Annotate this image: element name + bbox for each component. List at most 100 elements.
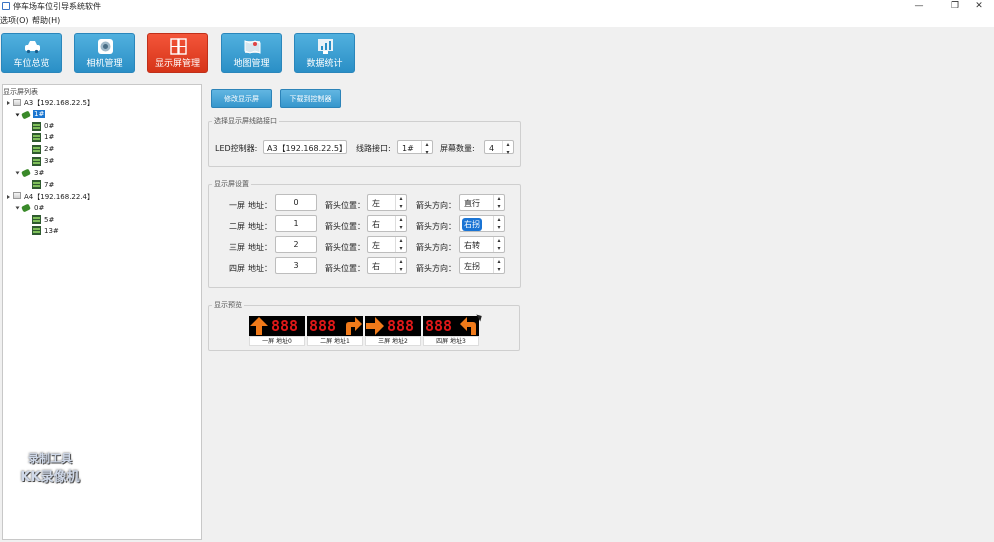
expand-arrow-icon[interactable] [7, 195, 10, 199]
screen-icon [32, 215, 41, 224]
address-input[interactable]: 1 [275, 215, 317, 232]
spinner-arrows-icon: ▴ ▾ [493, 216, 504, 231]
car-icon [25, 41, 40, 54]
tree-screen[interactable]: 2# [44, 145, 54, 153]
toolbar-label: 数据统计 [306, 59, 343, 69]
screen-icon [32, 180, 41, 189]
screen-icon [32, 145, 41, 154]
screen-icon [32, 122, 41, 131]
arrow-direction-label: 箭头方向： [416, 264, 456, 273]
tree-screen[interactable]: 13# [44, 227, 59, 235]
group-title: 选择显示屏线路接口 [212, 116, 279, 126]
arrow-position-label: 箭头位置： [325, 243, 365, 252]
tree-line-3[interactable]: 3# [34, 169, 44, 177]
spinner-arrows-icon: ▴ ▾ [395, 216, 406, 231]
tree-screen[interactable]: 5# [44, 216, 54, 224]
spinner-arrows-icon: ▴ ▾ [395, 237, 406, 252]
port-value: 1# [402, 144, 414, 153]
controller-icon [13, 99, 21, 106]
watermark-line2: KK录像机 [20, 470, 80, 485]
toolbar-display-management[interactable]: 显示屏管理 [147, 33, 208, 73]
arrow-position-select[interactable]: 左 ▴ ▾ [367, 236, 407, 253]
port-select[interactable]: 1# ▴ ▾ [397, 140, 433, 156]
expand-arrow-icon[interactable] [15, 113, 20, 117]
screen-count-label: 屏幕数量: [440, 144, 475, 153]
minimize-button[interactable]: — [904, 0, 934, 13]
screen-name-label: 一屏 [229, 201, 245, 210]
modify-display-button[interactable]: 修改显示屏 [211, 89, 272, 108]
address-input[interactable]: 3 [275, 257, 317, 274]
led-digits: 888 [425, 317, 453, 335]
turn-right-arrow-icon [346, 317, 362, 335]
spinner-arrows-icon: ▴ ▾ [395, 258, 406, 273]
watermark: 录制工具 KK录像机 [12, 450, 88, 485]
arrow-direction-select[interactable]: 右转 ▴ ▾ [459, 236, 505, 253]
tree-screen[interactable]: 7# [44, 181, 54, 189]
screen-name-label: 四屏 [229, 264, 245, 273]
toolbar-parking-overview[interactable]: 车位总览 [1, 33, 62, 73]
expand-arrow-icon[interactable] [15, 206, 20, 210]
camera-icon [98, 39, 113, 54]
led-digits: 888 [271, 317, 299, 335]
arrow-position-value: 右 [372, 220, 380, 229]
arrow-direction-value: 右拐 [462, 218, 482, 231]
download-to-controller-button[interactable]: 下载到控制器 [280, 89, 341, 108]
arrow-position-label: 箭头位置： [325, 222, 365, 231]
toolbar-data-statistics[interactable]: 数据统计 [294, 33, 355, 73]
tree-line-0[interactable]: 0# [34, 204, 44, 212]
tree-line-1[interactable]: 1# [33, 110, 46, 118]
screen-name-label: 三屏 [229, 243, 245, 252]
screen-count-value: 4 [489, 144, 495, 153]
menu-options[interactable]: 选项(O) [0, 15, 29, 26]
led-controller-field[interactable]: A3【192.168.22.5】 [263, 140, 347, 154]
spinner-arrows-icon: ▴ ▾ [493, 237, 504, 252]
arrow-direction-value: 左拐 [464, 262, 480, 271]
spinner-arrows-icon: ▴ ▾ [493, 195, 504, 210]
close-button[interactable]: ✕ [964, 0, 994, 13]
preview-screen-4: 888 [423, 316, 479, 336]
toolbar-map-management[interactable]: 地图管理 [221, 33, 282, 73]
arrow-position-select[interactable]: 左 ▴ ▾ [367, 194, 407, 211]
tree-controller-a4[interactable]: A4【192.168.22.4】 [24, 192, 94, 202]
led-digits: 888 [387, 317, 415, 335]
port-label: 线路接口: [356, 144, 391, 153]
spinner-arrows-icon: ▴ ▾ [395, 195, 406, 210]
map-icon [244, 40, 261, 54]
group-title: 显示屏设置 [212, 179, 251, 189]
chart-icon [318, 39, 333, 54]
arrow-direction-select[interactable]: 左拐 ▴ ▾ [459, 257, 505, 274]
arrow-position-value: 右 [372, 262, 380, 271]
preview-screen-3: 888 [365, 316, 421, 336]
address-input[interactable]: 2 [275, 236, 317, 253]
arrow-position-value: 左 [372, 199, 380, 208]
toolbar-label: 显示屏管理 [154, 59, 200, 69]
arrow-direction-select[interactable]: 右拐 ▴ ▾ [459, 215, 505, 232]
tree-screen[interactable]: 0# [44, 122, 54, 130]
group-title: 显示预览 [212, 300, 244, 310]
screen-count-select[interactable]: 4 ▴ ▾ [484, 140, 514, 156]
line-icon [21, 168, 31, 178]
tree-screen[interactable]: 3# [44, 157, 54, 165]
arrow-direction-label: 箭头方向： [416, 201, 456, 210]
arrow-position-select[interactable]: 右 ▴ ▾ [367, 257, 407, 274]
address-label: 地址： [248, 222, 272, 231]
tree-controller-a3[interactable]: A3【192.168.22.5】 [24, 98, 94, 108]
toolbar-camera-management[interactable]: 相机管理 [74, 33, 135, 73]
address-input[interactable]: 0 [275, 194, 317, 211]
menu-help[interactable]: 帮助(H) [32, 15, 60, 26]
toolbar-label: 相机管理 [86, 59, 123, 69]
address-label: 地址： [248, 264, 272, 273]
arrow-direction-select[interactable]: 直行 ▴ ▾ [459, 194, 505, 211]
arrow-position-select[interactable]: 右 ▴ ▾ [367, 215, 407, 232]
arrow-right-icon [366, 317, 384, 335]
spinner-arrows-icon: ▴ ▾ [502, 141, 513, 156]
expand-arrow-icon[interactable] [7, 101, 10, 105]
display-management-pane: 修改显示屏 下载到控制器 选择显示屏线路接口 LED控制器: A3【192.16… [204, 84, 994, 542]
led-digits: 888 [309, 317, 337, 335]
expand-arrow-icon[interactable] [15, 171, 20, 175]
screen-icon [32, 157, 41, 166]
screen-name-label: 二屏 [229, 222, 245, 231]
tree-screen[interactable]: 1# [44, 133, 54, 141]
arrow-up-icon [250, 317, 268, 335]
display-settings-group: 显示屏设置 一屏 地址： 0 箭头位置： 左 ▴ ▾ 箭头方向： 直行 ▴ ▾ 二屏… [208, 179, 521, 288]
